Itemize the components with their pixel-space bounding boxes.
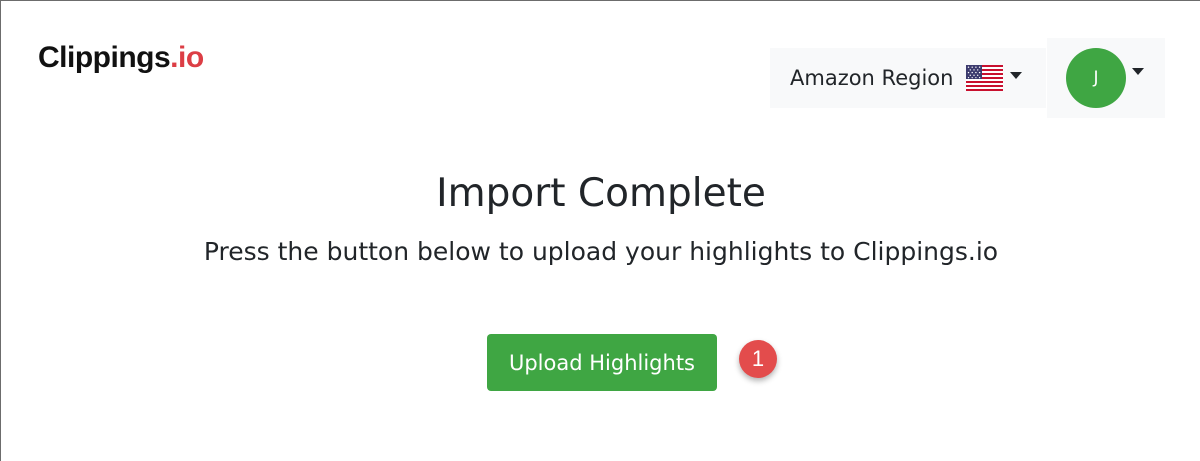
- step-number-badge: 1: [739, 340, 777, 378]
- user-menu-dropdown[interactable]: J: [1047, 38, 1165, 118]
- amazon-region-label: Amazon Region: [790, 66, 954, 90]
- upload-highlights-button[interactable]: Upload Highlights: [487, 334, 717, 391]
- avatar: J: [1066, 48, 1126, 108]
- us-flag-icon: [966, 65, 1004, 91]
- logo-name: Clippings: [38, 41, 171, 74]
- amazon-region-dropdown[interactable]: Amazon Region: [770, 48, 1046, 108]
- chevron-down-icon: [1132, 67, 1144, 75]
- logo-suffix: .io: [170, 41, 204, 74]
- app-window: Clippings.io Amazon Region J Import Comp…: [0, 0, 1200, 461]
- clippings-logo[interactable]: Clippings.io: [38, 38, 204, 78]
- chevron-down-icon: [1010, 71, 1023, 79]
- page-title: Import Complete: [436, 171, 766, 216]
- page-subtitle: Press the button below to upload your hi…: [203, 237, 999, 266]
